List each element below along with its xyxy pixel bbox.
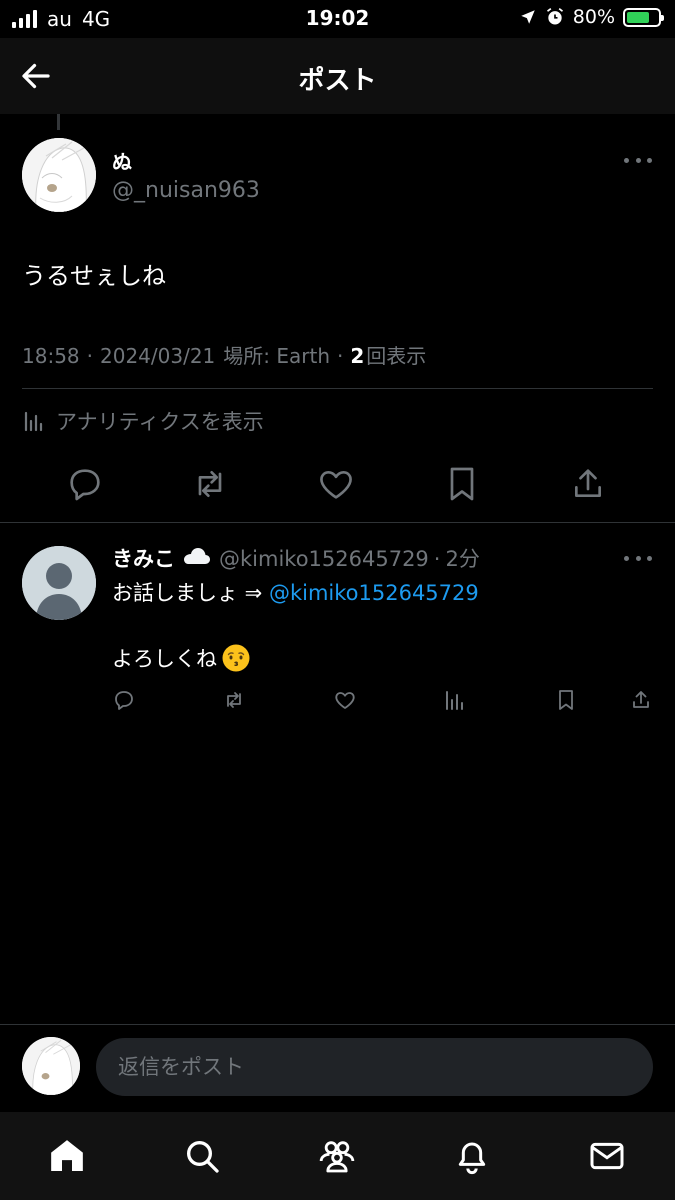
view-count-label: 回表示: [366, 344, 427, 368]
communities-icon[interactable]: [317, 1136, 357, 1176]
page-title: ポスト: [298, 66, 377, 96]
messages-icon[interactable]: [587, 1136, 627, 1176]
analytics-label: アナリティクスを表示: [56, 410, 264, 434]
reply-text-line: お話しましょ ⇒ @kimiko152645729: [112, 577, 479, 607]
view-analytics-link[interactable]: アナリティクスを表示: [22, 406, 264, 436]
reply-text: お話しましょ ⇒: [112, 581, 269, 605]
bottom-tab-bar: [0, 1112, 675, 1200]
views-icon[interactable]: [443, 688, 467, 712]
analytics-icon: [22, 409, 46, 433]
more-options-icon[interactable]: [624, 155, 652, 165]
reply-icon[interactable]: [112, 688, 136, 712]
location-icon: [519, 8, 537, 26]
more-options-icon[interactable]: [624, 553, 652, 563]
avatar[interactable]: [22, 138, 96, 212]
status-bar: au 4G 19:02 80%: [0, 0, 675, 38]
author-handle[interactable]: @_nuisan963: [112, 178, 260, 203]
thread-connector-line: [57, 114, 60, 130]
home-icon[interactable]: [47, 1136, 87, 1176]
divider: [0, 522, 675, 523]
meta-separator: ·: [337, 344, 344, 368]
reply-age: 2分: [445, 547, 480, 571]
share-icon[interactable]: [629, 688, 653, 712]
search-icon[interactable]: [182, 1136, 222, 1176]
cloud-icon: [181, 546, 211, 566]
repost-icon[interactable]: [222, 688, 246, 712]
like-icon[interactable]: [316, 464, 356, 504]
mention-link[interactable]: @kimiko152645729: [269, 581, 479, 605]
reply-input[interactable]: [96, 1038, 653, 1096]
share-icon[interactable]: [568, 464, 608, 504]
kissing-face-emoji-icon: [221, 643, 251, 673]
avatar[interactable]: [22, 546, 96, 620]
reply-text-line: よろしくね: [112, 643, 251, 673]
top-navigation-bar: ポスト: [0, 38, 675, 114]
status-right: 80%: [519, 6, 664, 28]
battery-icon: [623, 7, 664, 27]
reply-text: よろしくね: [112, 647, 217, 671]
like-icon[interactable]: [333, 688, 357, 712]
post-date: 2024/03/21: [100, 344, 216, 368]
view-count: 2: [350, 344, 365, 368]
author-display-name[interactable]: ぬ: [112, 146, 132, 175]
post-metadata: 18:58 · 2024/03/21 場所: Earth · 2 回表示: [22, 340, 426, 369]
post-text: うるせぇしね: [22, 262, 166, 290]
divider: [22, 388, 653, 389]
post-action-bar: [0, 464, 675, 508]
post-time: 18:58: [22, 344, 80, 368]
reply-header: きみこ @kimiko152645729 · 2分: [112, 543, 480, 573]
post-location: 場所: Earth: [223, 344, 331, 368]
meta-separator: ·: [86, 344, 93, 368]
bookmark-icon[interactable]: [554, 688, 578, 712]
battery-fill: [627, 11, 650, 23]
reply-icon[interactable]: [65, 464, 105, 504]
repost-icon[interactable]: [190, 464, 230, 504]
alarm-icon: [545, 7, 565, 27]
meta-separator: ·: [433, 547, 441, 571]
avatar[interactable]: [22, 1037, 80, 1095]
notifications-icon[interactable]: [452, 1136, 492, 1176]
reply-author-name[interactable]: きみこ: [112, 543, 175, 573]
reply-author-handle[interactable]: @kimiko152645729: [219, 547, 429, 571]
bookmark-icon[interactable]: [442, 464, 482, 504]
battery-percent: 80%: [572, 6, 615, 28]
